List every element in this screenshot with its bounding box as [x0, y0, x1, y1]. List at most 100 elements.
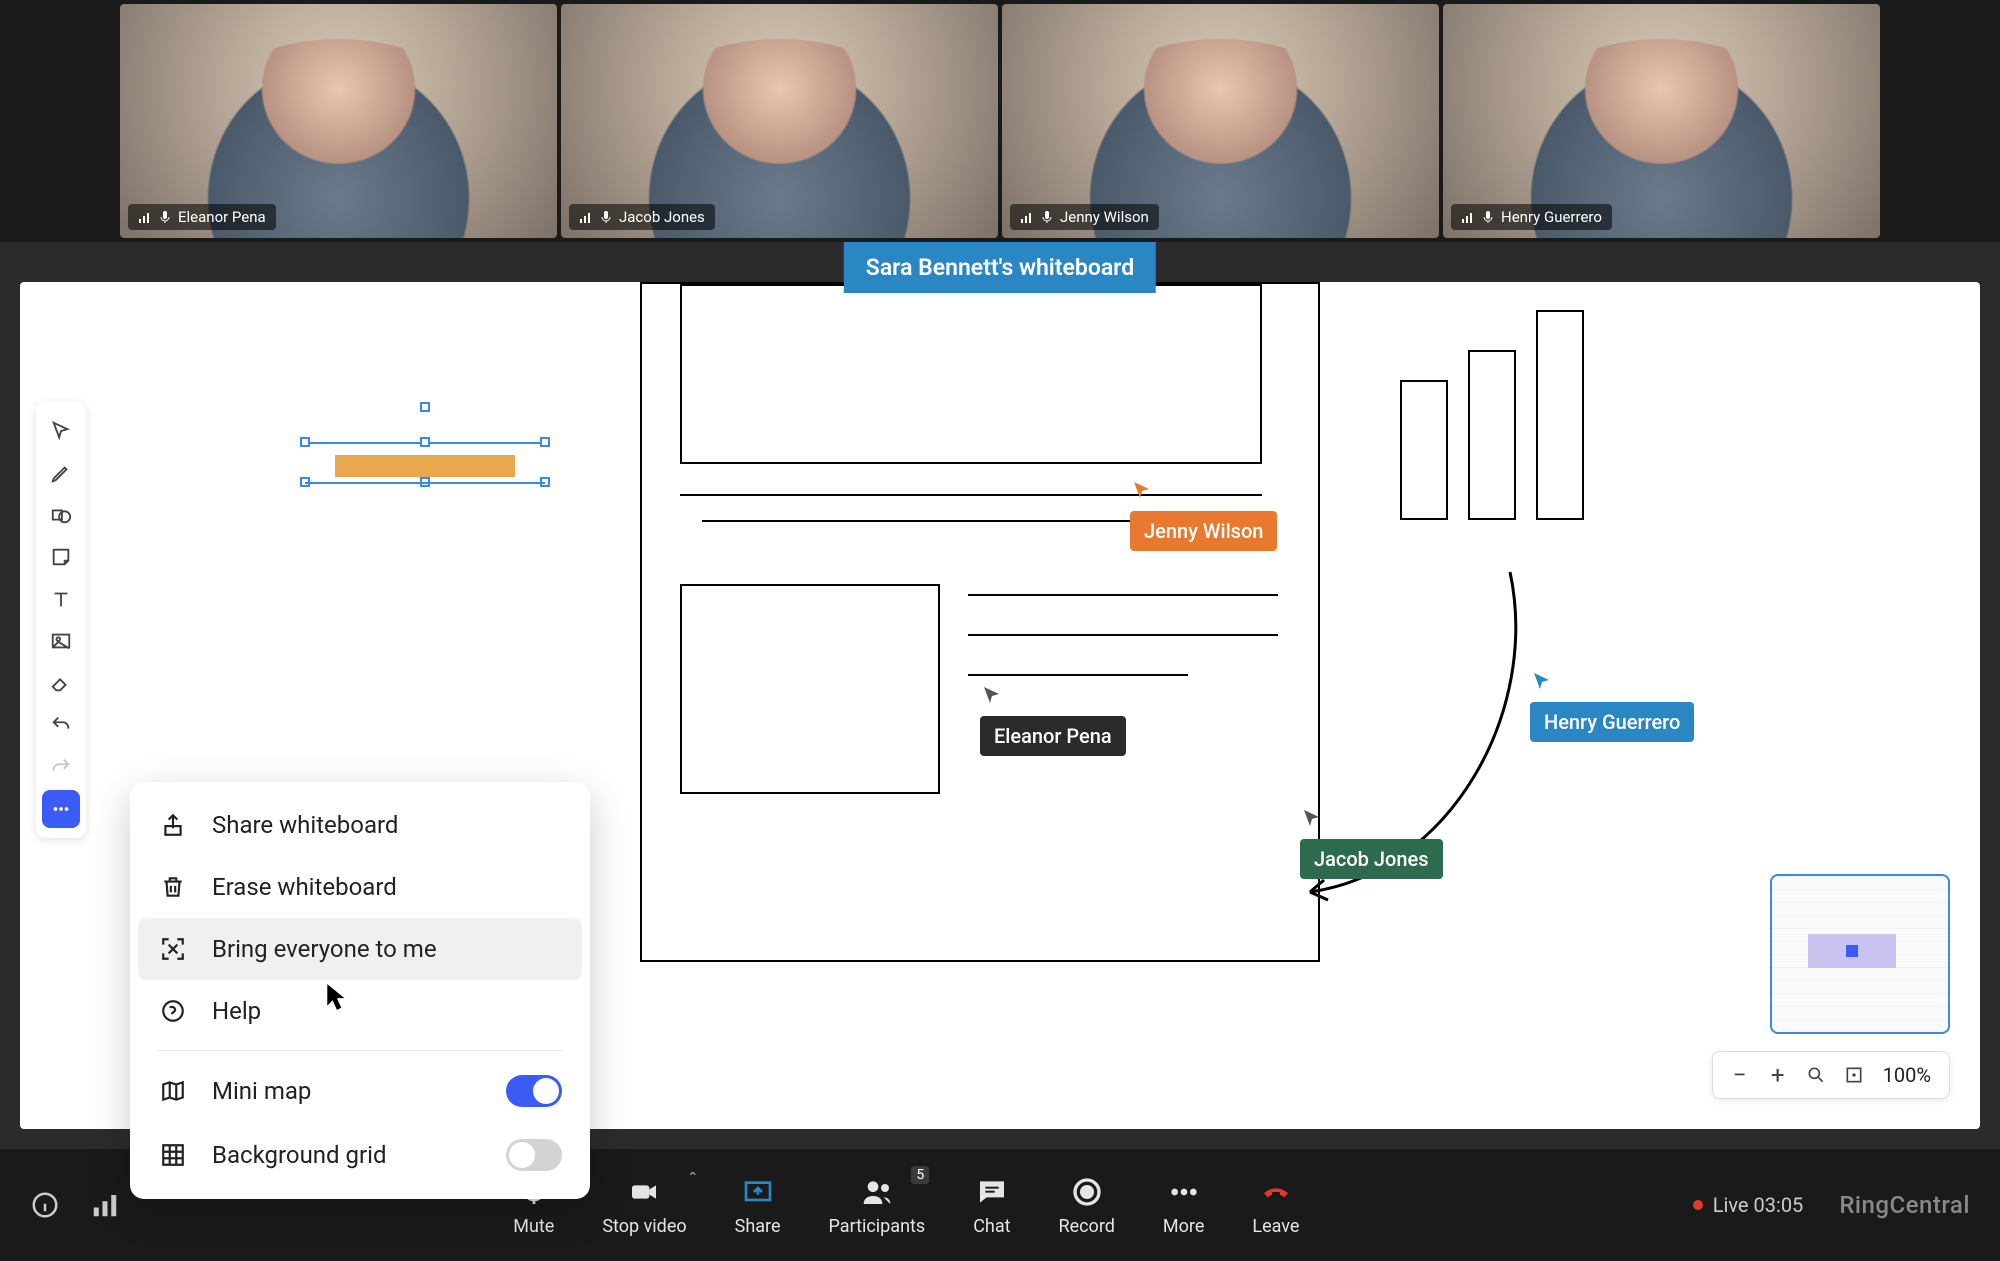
wireframe-image [680, 584, 940, 794]
zoom-in-button[interactable]: + [1761, 1058, 1795, 1092]
button-label: Chat [973, 1216, 1010, 1237]
more-menu-popup: Share whiteboard Erase whiteboard Bring … [130, 782, 590, 1199]
live-dot-icon [1693, 1200, 1703, 1210]
cursor-icon [1130, 479, 1154, 507]
cursor-label: Jacob Jones [1300, 839, 1443, 879]
shapes-tool[interactable] [42, 496, 80, 534]
video-tile[interactable]: Jenny Wilson [1002, 4, 1439, 238]
video-label: Eleanor Pena [128, 204, 276, 230]
mic-icon [599, 210, 613, 224]
wireframe-line [968, 674, 1188, 676]
pen-tool[interactable] [42, 454, 80, 492]
participant-name: Jenny Wilson [1060, 208, 1149, 226]
button-label: Record [1059, 1216, 1115, 1237]
button-label: Share [735, 1216, 781, 1237]
signal-icon [138, 210, 152, 224]
video-label: Henry Guerrero [1451, 204, 1612, 230]
minimap[interactable] [1770, 874, 1950, 1034]
camera-icon [626, 1174, 662, 1210]
info-button[interactable] [30, 1190, 60, 1220]
stop-video-button[interactable]: ⌃ Stop video [602, 1174, 686, 1237]
menu-label: Help [212, 997, 261, 1025]
record-icon [1069, 1174, 1105, 1210]
record-button[interactable]: Record [1059, 1174, 1115, 1237]
wireframe-document[interactable] [640, 282, 1320, 962]
participants-button[interactable]: 5 Participants [829, 1174, 926, 1237]
divider [158, 1050, 562, 1051]
grid-toggle-item[interactable]: Background grid [130, 1123, 590, 1187]
share-button[interactable]: Share [735, 1174, 781, 1237]
bar [1468, 350, 1516, 520]
more-controls-button[interactable]: More [1163, 1174, 1204, 1237]
signal-icon [579, 210, 593, 224]
selected-shape[interactable] [305, 407, 545, 487]
menu-label: Erase whiteboard [212, 873, 397, 901]
erase-whiteboard-item[interactable]: Erase whiteboard [130, 856, 590, 918]
signal-icon [1461, 210, 1475, 224]
button-label: More [1163, 1216, 1204, 1237]
zoom-reset-button[interactable] [1837, 1058, 1871, 1092]
bring-everyone-item[interactable]: Bring everyone to me [138, 918, 582, 980]
text-tool[interactable] [42, 580, 80, 618]
mic-icon [158, 210, 172, 224]
cursor-icon [1530, 670, 1554, 698]
minimap-toggle-item[interactable]: Mini map [130, 1059, 590, 1123]
mic-icon [1481, 210, 1495, 224]
whiteboard-canvas[interactable]: Share whiteboard Erase whiteboard Bring … [20, 282, 1980, 1129]
wireframe-line [968, 594, 1278, 596]
brand-logo: RingCentral [1839, 1191, 1970, 1219]
video-tile[interactable]: Henry Guerrero [1443, 4, 1880, 238]
live-indicator: Live 03:05 [1693, 1193, 1804, 1217]
select-tool[interactable] [42, 412, 80, 450]
participant-name: Jacob Jones [619, 208, 705, 226]
bar-chart-sketch[interactable] [1400, 310, 1584, 520]
remote-cursor-jacob: Jacob Jones [1300, 807, 1443, 879]
whiteboard-toolbar [36, 402, 86, 838]
whiteboard-area: Sara Bennett's whiteboard Share whiteb [0, 242, 2000, 1149]
image-tool[interactable] [42, 622, 80, 660]
zoom-controls: − + 100% [1712, 1051, 1950, 1099]
remote-cursor-jenny: Jenny Wilson [1130, 479, 1277, 551]
minimap-toggle[interactable] [506, 1075, 562, 1107]
menu-label: Share whiteboard [212, 811, 398, 839]
button-label: Participants [829, 1216, 926, 1237]
zoom-fit-button[interactable] [1799, 1058, 1833, 1092]
remote-cursor-eleanor: Eleanor Pena [980, 684, 1126, 756]
grid-toggle[interactable] [506, 1139, 562, 1171]
chevron-up-icon[interactable]: ⌃ [687, 1170, 699, 1186]
live-text: Live 03:05 [1713, 1193, 1804, 1217]
menu-label: Bring everyone to me [212, 935, 437, 963]
video-label: Jenny Wilson [1010, 204, 1159, 230]
sticky-tool[interactable] [42, 538, 80, 576]
share-whiteboard-item[interactable]: Share whiteboard [130, 794, 590, 856]
wireframe-hero [680, 284, 1262, 464]
help-icon [158, 996, 188, 1026]
undo-button[interactable] [42, 706, 80, 744]
participant-name: Henry Guerrero [1501, 208, 1602, 226]
signal-icon [1020, 210, 1034, 224]
zoom-level[interactable]: 100% [1875, 1063, 1939, 1087]
cursor-icon [980, 684, 1004, 712]
app-window: Eleanor Pena Jacob Jones Jenny Wilson [0, 0, 2000, 1261]
mouse-cursor [325, 982, 351, 1016]
more-button[interactable] [42, 790, 80, 828]
people-icon [859, 1174, 895, 1210]
eraser-tool[interactable] [42, 664, 80, 702]
focus-icon [158, 934, 188, 964]
wireframe-line [968, 634, 1278, 636]
bar [1536, 310, 1584, 520]
signal-button[interactable] [90, 1190, 120, 1220]
leave-button[interactable]: Leave [1252, 1174, 1299, 1237]
cursor-label: Eleanor Pena [980, 716, 1126, 756]
minimap-viewport [1808, 934, 1896, 968]
chat-button[interactable]: Chat [973, 1174, 1010, 1237]
hangup-icon [1258, 1174, 1294, 1210]
video-tile[interactable]: Eleanor Pena [120, 4, 557, 238]
zoom-out-button[interactable]: − [1723, 1058, 1757, 1092]
share-icon [158, 810, 188, 840]
video-tile[interactable]: Jacob Jones [561, 4, 998, 238]
button-label: Mute [513, 1216, 554, 1237]
grid-icon [158, 1140, 188, 1170]
help-item[interactable]: Help [130, 980, 590, 1042]
redo-button[interactable] [42, 748, 80, 786]
